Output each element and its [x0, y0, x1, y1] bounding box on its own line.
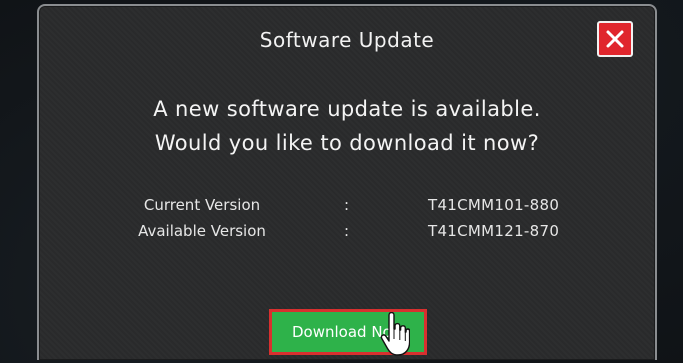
available-version-label: Available Version — [138, 222, 266, 240]
update-message: A new software update is available. Woul… — [39, 92, 655, 160]
current-version-label: Current Version — [143, 196, 261, 214]
message-line-1: A new software update is available. — [153, 97, 541, 121]
current-version-separator: : — [344, 196, 350, 214]
close-button[interactable] — [597, 21, 633, 57]
current-version-value: T41CMM101-880 — [428, 196, 560, 214]
current-version-row: Current Version : T41CMM101-880 — [39, 196, 659, 218]
screen-background: Software Update A new software update is… — [0, 0, 683, 363]
close-icon — [606, 30, 624, 48]
available-version-value: T41CMM121-870 — [428, 222, 560, 240]
available-version-row: Available Version : T41CMM121-870 — [39, 222, 659, 244]
download-now-button[interactable]: Download Now — [269, 309, 427, 355]
available-version-separator: : — [344, 222, 350, 240]
message-line-2: Would you like to download it now? — [154, 131, 540, 155]
dialog-title: Software Update — [259, 28, 435, 52]
software-update-dialog: Software Update A new software update is… — [37, 4, 657, 360]
